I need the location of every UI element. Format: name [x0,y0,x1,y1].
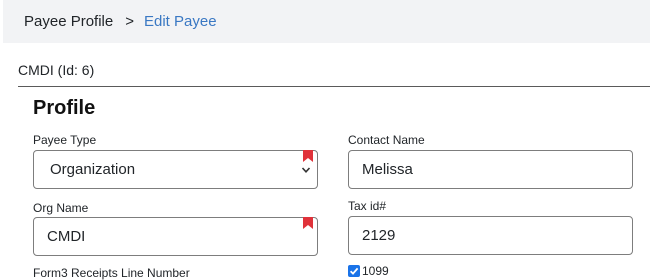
tax-id-input[interactable]: 2129 [348,216,633,255]
org-name-input[interactable]: CMDI [33,217,318,256]
chevron-down-icon [301,167,311,173]
bookmark-flag-icon [303,150,313,162]
1099-label: 1099 [362,264,389,278]
org-name-value: CMDI [47,228,86,245]
contact-name-value: Melissa [362,161,413,178]
payee-type-label: Payee Type [33,133,97,147]
breadcrumb-payee-profile[interactable]: Payee Profile [24,13,113,30]
tax-id-value: 2129 [362,227,396,244]
breadcrumb-separator: > [125,13,134,30]
payee-type-select[interactable]: Organization [33,150,318,189]
tax-id-label: Tax id# [348,199,387,213]
record-heading: CMDI (Id: 6) [18,62,95,78]
form3-receipts-line-number-label: Form3 Receipts Line Number [33,266,190,280]
org-name-label: Org Name [33,201,89,215]
contact-name-label: Contact Name [348,133,425,147]
section-title: Profile [33,97,96,119]
contact-name-input[interactable]: Melissa [348,150,633,189]
bookmark-flag-icon [303,217,313,229]
checkmark-icon [349,267,359,275]
1099-checkbox[interactable] [348,265,360,277]
payee-type-value: Organization [50,161,136,178]
breadcrumb: Payee Profile > Edit Payee [3,0,650,43]
divider [18,86,650,87]
breadcrumb-edit-payee[interactable]: Edit Payee [144,13,217,30]
